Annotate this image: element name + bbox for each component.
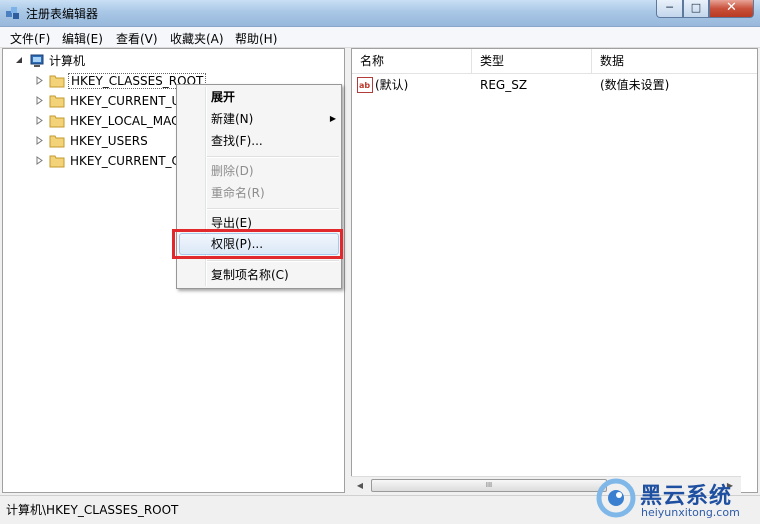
list-item[interactable]: ab (默认) REG_SZ (数值未设置) xyxy=(352,75,757,95)
expand-arrow-icon[interactable] xyxy=(35,116,44,125)
menu-edit[interactable]: 编辑(E) xyxy=(62,30,103,47)
tree-item-label: HKEY_USERS xyxy=(70,134,148,148)
folder-icon xyxy=(49,75,65,88)
annotation-highlight-box xyxy=(172,229,343,259)
minimize-button[interactable]: ─ xyxy=(656,0,683,18)
regedit-window: 注册表编辑器 ─ □ ✕ 文件(F) 编辑(E) 查看(V) 收藏夹(A) 帮助… xyxy=(0,0,760,524)
menu-help[interactable]: 帮助(H) xyxy=(235,30,277,47)
ctx-separator xyxy=(207,208,339,210)
menu-bar: 文件(F) 编辑(E) 查看(V) 收藏夹(A) 帮助(H) xyxy=(0,27,760,48)
title-bar[interactable]: 注册表编辑器 ─ □ ✕ xyxy=(0,0,760,27)
heiyun-logo-icon xyxy=(596,478,636,518)
tree-item-label: HKEY_CURRENT_U xyxy=(70,94,181,108)
column-header-row: 名称 类型 数据 xyxy=(352,49,757,74)
scroll-left-icon[interactable]: ◀ xyxy=(353,479,367,492)
submenu-arrow-icon: ▶ xyxy=(329,114,336,123)
window-title: 注册表编辑器 xyxy=(26,7,99,21)
menu-file[interactable]: 文件(F) xyxy=(10,30,50,47)
value-type: REG_SZ xyxy=(480,78,528,92)
string-icon-glyph: ab xyxy=(359,81,370,90)
values-list-pane[interactable]: 名称 类型 数据 ab (默认) REG_SZ (数值未设置) xyxy=(351,48,758,493)
close-button[interactable]: ✕ xyxy=(709,0,754,18)
computer-icon xyxy=(30,54,44,67)
folder-icon xyxy=(49,95,65,108)
string-value-icon: ab xyxy=(357,77,373,93)
ctx-separator xyxy=(207,260,339,262)
column-header-name[interactable]: 名称 xyxy=(352,49,472,73)
expand-arrow-icon[interactable] xyxy=(35,136,44,145)
value-data: (数值未设置) xyxy=(600,78,670,92)
ctx-item-new[interactable]: 新建(N) ▶ xyxy=(211,108,336,130)
folder-icon xyxy=(49,115,65,128)
scroll-thumb[interactable]: III xyxy=(371,479,607,492)
folder-icon xyxy=(49,135,65,148)
expand-arrow-icon[interactable] xyxy=(35,96,44,105)
ctx-item-copy-key-name[interactable]: 复制项名称(C) xyxy=(211,264,289,286)
collapse-arrow-icon[interactable] xyxy=(15,56,24,65)
column-header-data[interactable]: 数据 xyxy=(592,49,757,73)
menu-favorites[interactable]: 收藏夹(A) xyxy=(170,30,224,47)
ctx-item-new-label: 新建(N) xyxy=(211,112,254,126)
menu-view[interactable]: 查看(V) xyxy=(116,30,158,47)
tree-item-label: HKEY_CURRENT_C xyxy=(70,154,180,168)
watermark-url: heiyunxitong.com xyxy=(641,506,740,519)
ctx-item-find[interactable]: 查找(F)... xyxy=(211,130,263,152)
ctx-item-expand[interactable]: 展开 xyxy=(211,86,235,108)
folder-icon xyxy=(49,155,65,168)
ctx-separator xyxy=(207,156,339,158)
tree-root-label: 计算机 xyxy=(49,54,86,68)
regedit-app-icon xyxy=(6,7,19,19)
status-path: 计算机\HKEY_CLASSES_ROOT xyxy=(6,503,179,517)
ctx-item-rename: 重命名(R) xyxy=(211,186,265,200)
value-name: (默认) xyxy=(375,78,409,92)
column-header-type[interactable]: 类型 xyxy=(472,49,592,73)
maximize-button[interactable]: □ xyxy=(683,0,709,18)
expand-arrow-icon[interactable] xyxy=(35,156,44,165)
ctx-item-delete: 删除(D) xyxy=(211,164,254,178)
tree-item-label: HKEY_LOCAL_MAC xyxy=(70,114,180,128)
expand-arrow-icon[interactable] xyxy=(35,76,44,85)
